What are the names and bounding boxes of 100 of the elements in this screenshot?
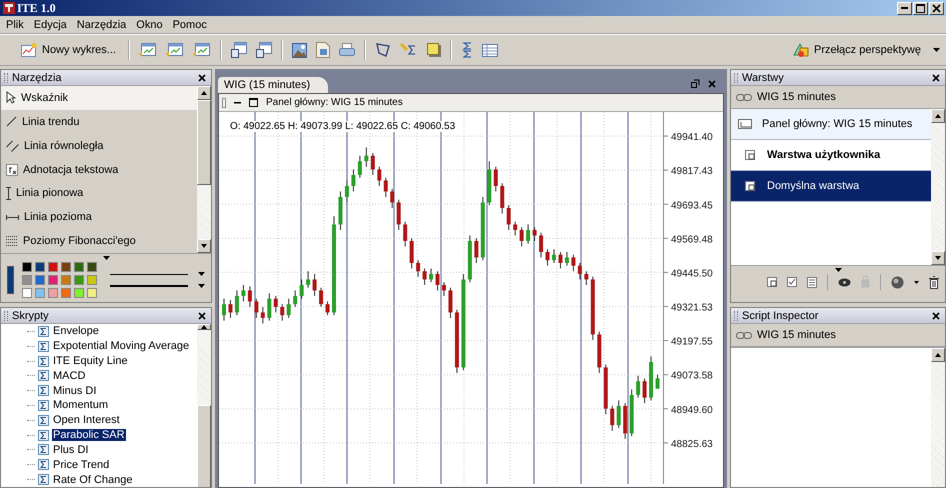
script-item[interactable]: Open Interest bbox=[52, 414, 121, 426]
layer-icon[interactable] bbox=[767, 277, 777, 287]
checkbox-icon[interactable] bbox=[787, 277, 797, 287]
minimize-button[interactable] bbox=[897, 2, 912, 14]
maximize-button[interactable] bbox=[913, 2, 928, 14]
scroll-up-button[interactable] bbox=[197, 86, 211, 100]
candle bbox=[616, 400, 621, 428]
scroll-up-button[interactable] bbox=[197, 324, 211, 330]
tool-item[interactable]: Wskaźnik bbox=[1, 86, 197, 110]
color-swatch[interactable] bbox=[48, 275, 58, 285]
caret-icon[interactable] bbox=[914, 280, 919, 284]
scrollbar[interactable] bbox=[197, 86, 211, 253]
color-swatch[interactable] bbox=[87, 275, 97, 285]
script-item[interactable]: ITE Equity Line bbox=[52, 355, 129, 368]
color-swatch[interactable] bbox=[87, 288, 97, 298]
chart-window-icon[interactable] bbox=[138, 42, 157, 58]
trash-icon[interactable] bbox=[929, 276, 939, 288]
scrollbar[interactable] bbox=[931, 109, 945, 265]
caret-icon[interactable] bbox=[198, 272, 205, 276]
sigma-icon[interactable] bbox=[460, 42, 473, 58]
menu-item[interactable]: Narzędzia bbox=[72, 18, 132, 30]
restore-icon[interactable] bbox=[691, 79, 700, 88]
menu-item[interactable]: Plik bbox=[1, 18, 29, 30]
minimize-icon[interactable] bbox=[234, 102, 241, 104]
scroll-thumb[interactable] bbox=[197, 100, 211, 186]
tool-item[interactable]: Linia pozioma bbox=[1, 205, 197, 230]
menu-item[interactable]: Edycja bbox=[28, 18, 72, 30]
chart-tab[interactable]: WIG (15 minutes) bbox=[218, 77, 328, 93]
caret-icon[interactable] bbox=[102, 256, 110, 260]
menu-item[interactable]: Pomoc bbox=[168, 18, 212, 30]
color-swatch[interactable] bbox=[61, 275, 71, 285]
color-swatch[interactable] bbox=[74, 288, 84, 298]
color-swatch[interactable] bbox=[48, 288, 58, 298]
color-swatch[interactable] bbox=[22, 288, 32, 298]
document-icon[interactable] bbox=[316, 42, 330, 58]
color-swatch[interactable] bbox=[61, 288, 71, 298]
chart-window-icon[interactable] bbox=[192, 42, 211, 58]
close-icon[interactable] bbox=[198, 74, 206, 82]
current-color-swatch[interactable] bbox=[7, 266, 14, 294]
scroll-down-button[interactable] bbox=[197, 239, 211, 253]
maximize-icon[interactable] bbox=[249, 98, 258, 107]
color-swatch[interactable] bbox=[48, 262, 58, 272]
candle bbox=[370, 152, 375, 176]
color-swatch[interactable] bbox=[22, 275, 32, 285]
color-swatch[interactable] bbox=[61, 262, 71, 272]
image-icon[interactable] bbox=[292, 42, 307, 58]
script-item[interactable]: Rate Of Change bbox=[52, 474, 134, 486]
close-button[interactable] bbox=[929, 2, 944, 14]
color-swatch[interactable] bbox=[35, 288, 45, 298]
caret-icon[interactable] bbox=[933, 48, 940, 52]
chart-window-icon[interactable] bbox=[166, 42, 184, 58]
script-item[interactable]: Plus DI bbox=[52, 444, 90, 456]
layer-item[interactable]: Panel główny: WIG 15 minutes bbox=[731, 109, 931, 140]
new-chart-button[interactable]: Nowy wykres... bbox=[18, 41, 119, 59]
square-icon[interactable] bbox=[426, 43, 441, 57]
scrollbar[interactable] bbox=[197, 324, 211, 487]
color-swatch[interactable] bbox=[35, 275, 45, 285]
close-icon[interactable] bbox=[198, 312, 206, 320]
panel-title: Panel główny: WIG 15 minutes bbox=[266, 97, 403, 108]
candle bbox=[319, 287, 324, 308]
tool-item[interactable]: Poziomy Fibonacci'ego bbox=[1, 229, 197, 253]
printer-icon[interactable] bbox=[338, 43, 355, 57]
polygon-icon[interactable] bbox=[374, 42, 391, 58]
scroll-down-button[interactable] bbox=[931, 251, 945, 265]
tool-item[interactable]: Adnotacja tekstowa bbox=[1, 158, 197, 182]
color-swatch[interactable] bbox=[74, 262, 84, 272]
layer-item[interactable]: Domyślna warstwa bbox=[731, 171, 931, 202]
color-swatch[interactable] bbox=[22, 262, 32, 272]
tool-item[interactable]: Linia pionowa bbox=[1, 181, 197, 206]
caret-icon[interactable] bbox=[834, 268, 842, 272]
scroll-thumb[interactable] bbox=[197, 405, 211, 487]
script-item[interactable]: Price Trend bbox=[52, 458, 110, 471]
script-item[interactable]: MACD bbox=[52, 370, 86, 382]
eye-icon[interactable] bbox=[838, 278, 851, 286]
script-item[interactable]: Expotential Moving Average bbox=[52, 340, 190, 352]
close-icon[interactable] bbox=[932, 74, 940, 82]
list-icon[interactable] bbox=[807, 276, 817, 288]
caret-icon[interactable] bbox=[198, 284, 205, 288]
scroll-up-button[interactable] bbox=[931, 109, 945, 123]
script-item[interactable]: Minus DI bbox=[52, 384, 98, 397]
perspective-button[interactable]: Przełącz perspektywę bbox=[790, 40, 924, 60]
menu-item[interactable]: Okno bbox=[131, 18, 168, 30]
window-icon[interactable] bbox=[256, 42, 272, 58]
tool-item[interactable]: Linia równoległa bbox=[1, 134, 197, 158]
scroll-up-button[interactable] bbox=[931, 348, 945, 362]
script-item[interactable]: Momentum bbox=[52, 399, 110, 412]
color-swatch[interactable] bbox=[35, 262, 45, 272]
color-swatch[interactable] bbox=[74, 275, 84, 285]
script-item[interactable]: Envelope bbox=[52, 325, 100, 338]
handle-icon[interactable] bbox=[222, 98, 226, 108]
table-icon[interactable] bbox=[482, 44, 498, 56]
candle bbox=[234, 290, 239, 316]
tool-item[interactable]: Linia trendu bbox=[1, 110, 197, 134]
script-item[interactable]: Parabolic SAR bbox=[52, 429, 126, 442]
globe-icon[interactable] bbox=[891, 276, 904, 288]
scrollbar[interactable] bbox=[931, 348, 945, 487]
color-swatch[interactable] bbox=[87, 262, 97, 272]
window-title: ITE 1.0 bbox=[17, 0, 56, 16]
window-icon[interactable] bbox=[230, 42, 247, 58]
close-icon[interactable] bbox=[932, 312, 940, 320]
